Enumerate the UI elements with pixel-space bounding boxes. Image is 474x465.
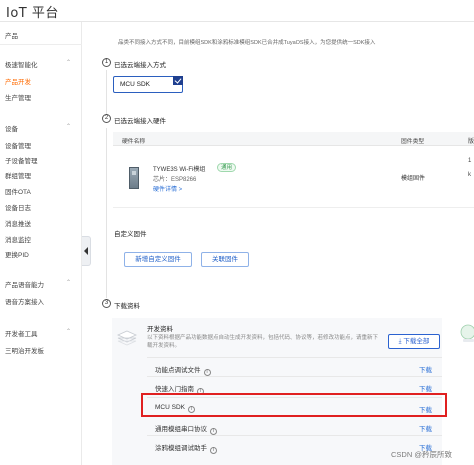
table-row: TYWE3S Wi-Fi模组 通用 芯片：ESP8266 硬件详情 > 模组固件 bbox=[113, 146, 474, 208]
sidebar-section-product: 产品 bbox=[5, 33, 18, 40]
document-stack-icon bbox=[117, 330, 137, 346]
sidebar-item-change-pid[interactable]: 更换PID bbox=[5, 249, 29, 259]
download-icon: ⤓ bbox=[398, 338, 402, 345]
hardware-details-link[interactable]: 硬件详情 > bbox=[153, 184, 182, 193]
item-name: 快速入门指南 bbox=[155, 386, 194, 393]
item-name: 功能点调试文件 bbox=[155, 367, 201, 374]
sidebar-item-subdevice[interactable]: 子设备管理 bbox=[5, 155, 38, 165]
sidebar: 产品 极速智能化 ⌃ 产品开发 生产管理 设备 ⌃ 设备管理 子设备管理 群组管… bbox=[0, 22, 82, 465]
step-connector bbox=[106, 70, 107, 115]
sidebar-item-msg-monitor[interactable]: 消息监控 bbox=[5, 234, 31, 244]
top-bar: IoT 平台 bbox=[0, 0, 474, 22]
selected-access-method[interactable]: MCU SDK bbox=[113, 76, 183, 93]
step-number: 1 bbox=[102, 58, 111, 67]
hardware-name: TYWE3S Wi-Fi模组 bbox=[153, 167, 206, 173]
download-all-label: 下载全部 bbox=[403, 338, 430, 345]
list-item: 通用模组串口协议 i 下载 bbox=[147, 416, 442, 435]
access-notice: 品类不同接入方式不同，目前模组SDK和涂鸦标准模组SDK已合并成TuyaOS接入… bbox=[118, 40, 376, 46]
add-custom-firmware-button[interactable]: 新增自定义固件 bbox=[124, 252, 192, 267]
sidebar-item-voice[interactable]: 语音方案接入 bbox=[5, 296, 44, 306]
sidebar-item-product-dev[interactable]: 产品开发 bbox=[5, 76, 31, 86]
partial-card-icon bbox=[460, 324, 474, 342]
platform-logo[interactable]: IoT 平台 bbox=[6, 2, 59, 21]
sidebar-item-smart[interactable]: 极速智能化 bbox=[5, 59, 38, 69]
step-title: 已选云端接入硬件 bbox=[114, 118, 166, 125]
access-method-label: MCU SDK bbox=[120, 81, 150, 88]
chevron-left-icon bbox=[84, 247, 88, 255]
chevron-up-icon[interactable]: ⌃ bbox=[66, 123, 71, 130]
status-badge: 通用 bbox=[217, 163, 237, 172]
sidebar-item-ota[interactable]: 固件OTA bbox=[5, 186, 31, 196]
sidebar-divider bbox=[0, 44, 82, 45]
sidebar-item-group[interactable]: 群组管理 bbox=[5, 170, 31, 180]
sidebar-item-device-log[interactable]: 设备日志 bbox=[5, 202, 31, 212]
module-image bbox=[129, 167, 139, 189]
checkmark-icon bbox=[173, 76, 183, 85]
sidebar-section-voice: 产品语音能力 bbox=[5, 282, 44, 289]
sidebar-item-device-mgmt[interactable]: 设备管理 bbox=[5, 140, 31, 150]
chip-info: 芯片：ESP8266 bbox=[153, 177, 197, 183]
column-header: 固件类型 bbox=[401, 139, 425, 145]
download-link[interactable]: 下载 bbox=[419, 364, 432, 374]
step-number: 3 bbox=[102, 299, 111, 308]
info-icon[interactable]: i bbox=[210, 447, 217, 454]
hardware-table-header: 硬件名称 固件类型 bbox=[113, 132, 474, 146]
download-link[interactable]: 下载 bbox=[419, 423, 432, 433]
chevron-up-icon[interactable]: ⌃ bbox=[66, 279, 71, 286]
sidebar-item-msg-push[interactable]: 消息推送 bbox=[5, 218, 31, 228]
watermark: CSDN @矜辰所致 bbox=[391, 450, 452, 459]
card-title: 开发资料 bbox=[147, 326, 173, 333]
item-name: 通用模组串口协议 bbox=[155, 426, 207, 433]
info-icon[interactable]: i bbox=[203, 369, 211, 376]
firmware-type: 模组固件 bbox=[401, 176, 426, 182]
download-all-button[interactable]: ⤓ 下载全部 bbox=[388, 334, 440, 349]
column-header: 硬件名称 bbox=[122, 139, 146, 145]
sidebar-item-sandwich[interactable]: 三明治开发板 bbox=[5, 345, 44, 355]
sidebar-collapse-toggle[interactable] bbox=[82, 236, 91, 266]
step-title: 已选云端接入方式 bbox=[114, 62, 166, 69]
truncated-column: k bbox=[468, 172, 471, 178]
step-title: 下载资料 bbox=[114, 303, 140, 310]
step-number: 2 bbox=[102, 114, 111, 123]
truncated-column: 版 bbox=[468, 139, 474, 145]
step-connector bbox=[106, 128, 107, 298]
download-link[interactable]: 下载 bbox=[419, 383, 432, 393]
sidebar-section-device: 设备 bbox=[5, 126, 18, 133]
link-firmware-button[interactable]: 关联固件 bbox=[201, 252, 249, 267]
chevron-up-icon[interactable]: ⌃ bbox=[66, 328, 71, 335]
truncated-column: 1 bbox=[468, 158, 472, 164]
list-item: 功能点调试文件 i 下载 bbox=[147, 357, 442, 376]
info-icon[interactable]: i bbox=[210, 428, 217, 435]
sidebar-section-dev-tools: 开发者工具 bbox=[5, 331, 38, 338]
sidebar-item-production[interactable]: 生产管理 bbox=[5, 92, 31, 102]
chevron-up-icon[interactable]: ⌃ bbox=[66, 59, 71, 66]
custom-firmware-title: 自定义固件 bbox=[114, 231, 147, 238]
card-description: 以下资料根据产品功能数据点自动生成开发资料，包括代码、协议等，若修改功能点，请重… bbox=[147, 335, 379, 349]
annotation-highlight-box bbox=[141, 393, 447, 417]
item-name: 涂鸦模组调试助手 bbox=[155, 445, 207, 452]
